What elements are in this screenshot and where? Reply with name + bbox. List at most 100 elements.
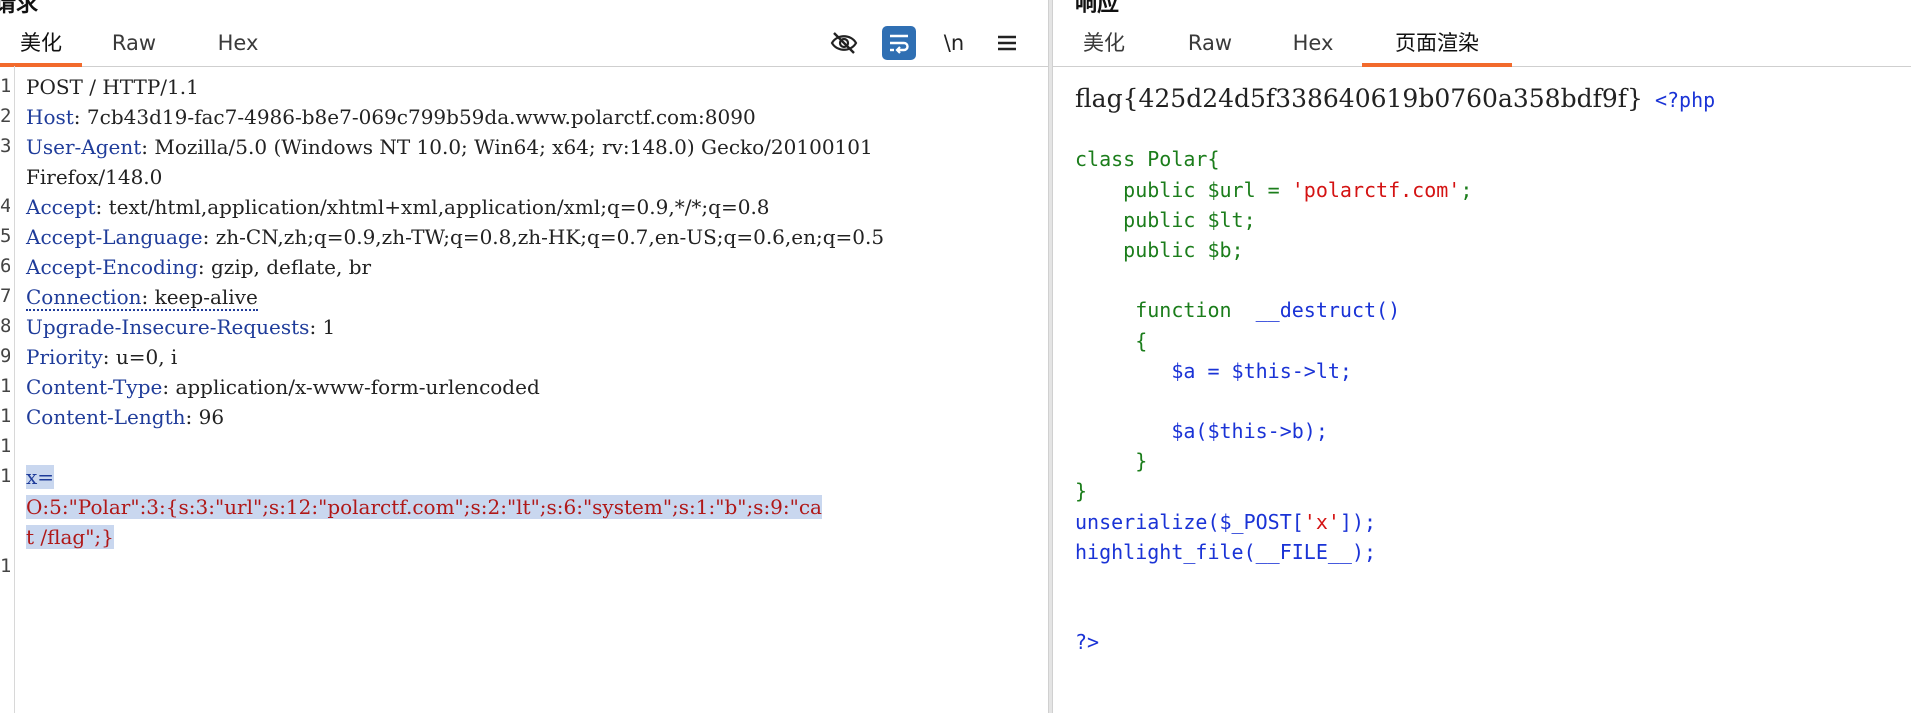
tab-label: Raw bbox=[111, 31, 157, 55]
code-line: unserialize($_POST['x']); bbox=[1075, 509, 1377, 534]
tab-hex[interactable]: Hex bbox=[1281, 24, 1345, 65]
tab-label: 页面渲染 bbox=[1395, 31, 1479, 55]
flag-text: flag{425d24d5f338640619b0760a358bdf9f} bbox=[1075, 84, 1643, 113]
header-name: User-Agent bbox=[26, 135, 142, 159]
line-number: 4 bbox=[0, 195, 10, 217]
request-pane: 请求 美化 Raw Hex \n 1 2 3 4 5 6 7 8 9 1 1 1… bbox=[0, 0, 1048, 713]
response-pane: 响应 美化 Raw Hex 页面渲染 flag{425d24d5f3386406… bbox=[1053, 0, 1911, 713]
header-name: Content-Length bbox=[26, 405, 186, 429]
header-value: : u=0, i bbox=[102, 345, 178, 369]
line-number: 2 bbox=[0, 105, 10, 127]
code-line: function __destruct() bbox=[1075, 298, 1401, 323]
line-number: 13 bbox=[0, 465, 10, 487]
code-line: class Polar{ bbox=[1075, 147, 1220, 172]
response-tabbar: 美化 Raw Hex 页面渲染 bbox=[1053, 24, 1911, 67]
request-line-text: POST / HTTP/1.1 bbox=[26, 75, 199, 99]
body-param-name: x= bbox=[26, 465, 55, 489]
header-line: Accept-Language: zh-CN,zh;q=0.9,zh-TW;q=… bbox=[26, 222, 1038, 252]
tab-render[interactable]: 页面渲染 bbox=[1362, 24, 1512, 67]
tab-label: 美化 bbox=[20, 31, 62, 55]
line-number: 5 bbox=[0, 225, 10, 247]
flag-line: flag{425d24d5f338640619b0760a358bdf9f} <… bbox=[1075, 84, 1715, 114]
header-line: Content-Type: application/x-www-form-url… bbox=[26, 372, 1038, 402]
header-name: Connection bbox=[26, 285, 142, 309]
code-line: } bbox=[1075, 449, 1148, 474]
line-number: 14 bbox=[0, 555, 10, 577]
header-name: Accept bbox=[26, 195, 96, 219]
tab-hex[interactable]: Hex bbox=[206, 24, 270, 65]
response-pane-title: 响应 bbox=[1075, 0, 1120, 17]
header-name: Content-Type bbox=[26, 375, 163, 399]
header-line: Accept-Encoding: gzip, deflate, br bbox=[26, 252, 1038, 282]
header-value: : Mozilla/5.0 (Windows NT 10.0; Win64; x… bbox=[141, 135, 873, 159]
tab-pretty[interactable]: 美化 bbox=[1075, 24, 1133, 65]
line-number: 10 bbox=[0, 375, 10, 397]
php-close-tag: ?> bbox=[1075, 630, 1100, 655]
request-editor[interactable]: POST / HTTP/1.1 Host: 7cb43d19-fac7-4986… bbox=[26, 72, 1038, 552]
header-value: : 7cb43d19-fac7-4986-b8e7-069c799b59da.w… bbox=[73, 105, 756, 129]
line-number: 1 bbox=[0, 75, 10, 97]
tab-pretty[interactable]: 美化 bbox=[0, 24, 82, 67]
code-line: highlight_file(__FILE__); bbox=[1075, 539, 1377, 564]
header-line: Connection: keep-alive bbox=[26, 282, 1038, 312]
tab-raw[interactable]: Raw bbox=[102, 24, 166, 65]
header-name: Priority bbox=[26, 345, 103, 369]
tab-label: Hex bbox=[217, 31, 259, 55]
line-number: 6 bbox=[0, 255, 10, 277]
header-value: Firefox/148.0 bbox=[26, 165, 163, 189]
header-value: : application/x-www-form-urlencoded bbox=[162, 375, 540, 399]
header-line: Upgrade-Insecure-Requests: 1 bbox=[26, 312, 1038, 342]
request-line: POST / HTTP/1.1 bbox=[26, 72, 1038, 102]
line-number: 3 bbox=[0, 135, 10, 157]
header-line: User-Agent: Mozilla/5.0 (Windows NT 10.0… bbox=[26, 132, 1038, 162]
header-line-continuation: Firefox/148.0 bbox=[26, 162, 1038, 192]
header-value: : gzip, deflate, br bbox=[197, 255, 372, 279]
header-name: Host bbox=[26, 105, 74, 129]
header-name: Upgrade-Insecure-Requests bbox=[26, 315, 310, 339]
code-line: { bbox=[1075, 328, 1148, 353]
php-open-tag: <?php bbox=[1654, 88, 1716, 112]
code-line: $a($this->b); bbox=[1075, 419, 1328, 444]
rendered-page: flag{425d24d5f338640619b0760a358bdf9f} <… bbox=[1075, 84, 1715, 658]
tab-label: Hex bbox=[1292, 31, 1334, 55]
code-line: public $url = 'polarctf.com'; bbox=[1075, 177, 1473, 202]
eye-off-icon[interactable] bbox=[827, 26, 861, 60]
code-line: public $b; bbox=[1075, 237, 1244, 262]
header-line: Priority: u=0, i bbox=[26, 342, 1038, 372]
body-line: O:5:"Polar":3:{s:3:"url";s:12:"polarctf.… bbox=[26, 492, 1038, 522]
code-line: } bbox=[1075, 479, 1088, 504]
wrap-lines-icon[interactable] bbox=[882, 26, 916, 60]
code-line: $a = $this->lt; bbox=[1075, 358, 1352, 383]
tab-label: Raw bbox=[1187, 31, 1233, 55]
header-name: Accept-Language bbox=[26, 225, 203, 249]
header-value: : 96 bbox=[185, 405, 225, 429]
header-line: Content-Length: 96 bbox=[26, 402, 1038, 432]
header-value: : zh-CN,zh;q=0.9,zh-TW;q=0.8,zh-HK;q=0.7… bbox=[202, 225, 885, 249]
header-line: Host: 7cb43d19-fac7-4986-b8e7-069c799b59… bbox=[26, 102, 1038, 132]
header-name: Accept-Encoding bbox=[26, 255, 198, 279]
body-payload: t /flag";} bbox=[26, 525, 114, 549]
active-tab-indicator bbox=[1362, 63, 1512, 67]
line-number: 11 bbox=[0, 405, 10, 427]
code-line: public $lt; bbox=[1075, 207, 1256, 232]
tab-label: 美化 bbox=[1083, 31, 1125, 55]
line-number: 8 bbox=[0, 315, 10, 337]
header-line: Accept: text/html,application/xhtml+xml,… bbox=[26, 192, 1038, 222]
line-number: 9 bbox=[0, 345, 10, 367]
tab-raw[interactable]: Raw bbox=[1178, 24, 1242, 65]
line-number-gutter: 1 2 3 4 5 6 7 8 9 10 11 12 13 14 bbox=[0, 66, 15, 713]
body-line: x= bbox=[26, 462, 1038, 492]
header-value: : 1 bbox=[309, 315, 336, 339]
newline-toggle-icon[interactable]: \n bbox=[937, 26, 971, 60]
menu-icon[interactable] bbox=[990, 26, 1024, 60]
line-number: 7 bbox=[0, 285, 10, 307]
line-number: 12 bbox=[0, 435, 10, 457]
body-line: t /flag";} bbox=[26, 522, 1038, 552]
header-value: : text/html,application/xhtml+xml,applic… bbox=[95, 195, 770, 219]
